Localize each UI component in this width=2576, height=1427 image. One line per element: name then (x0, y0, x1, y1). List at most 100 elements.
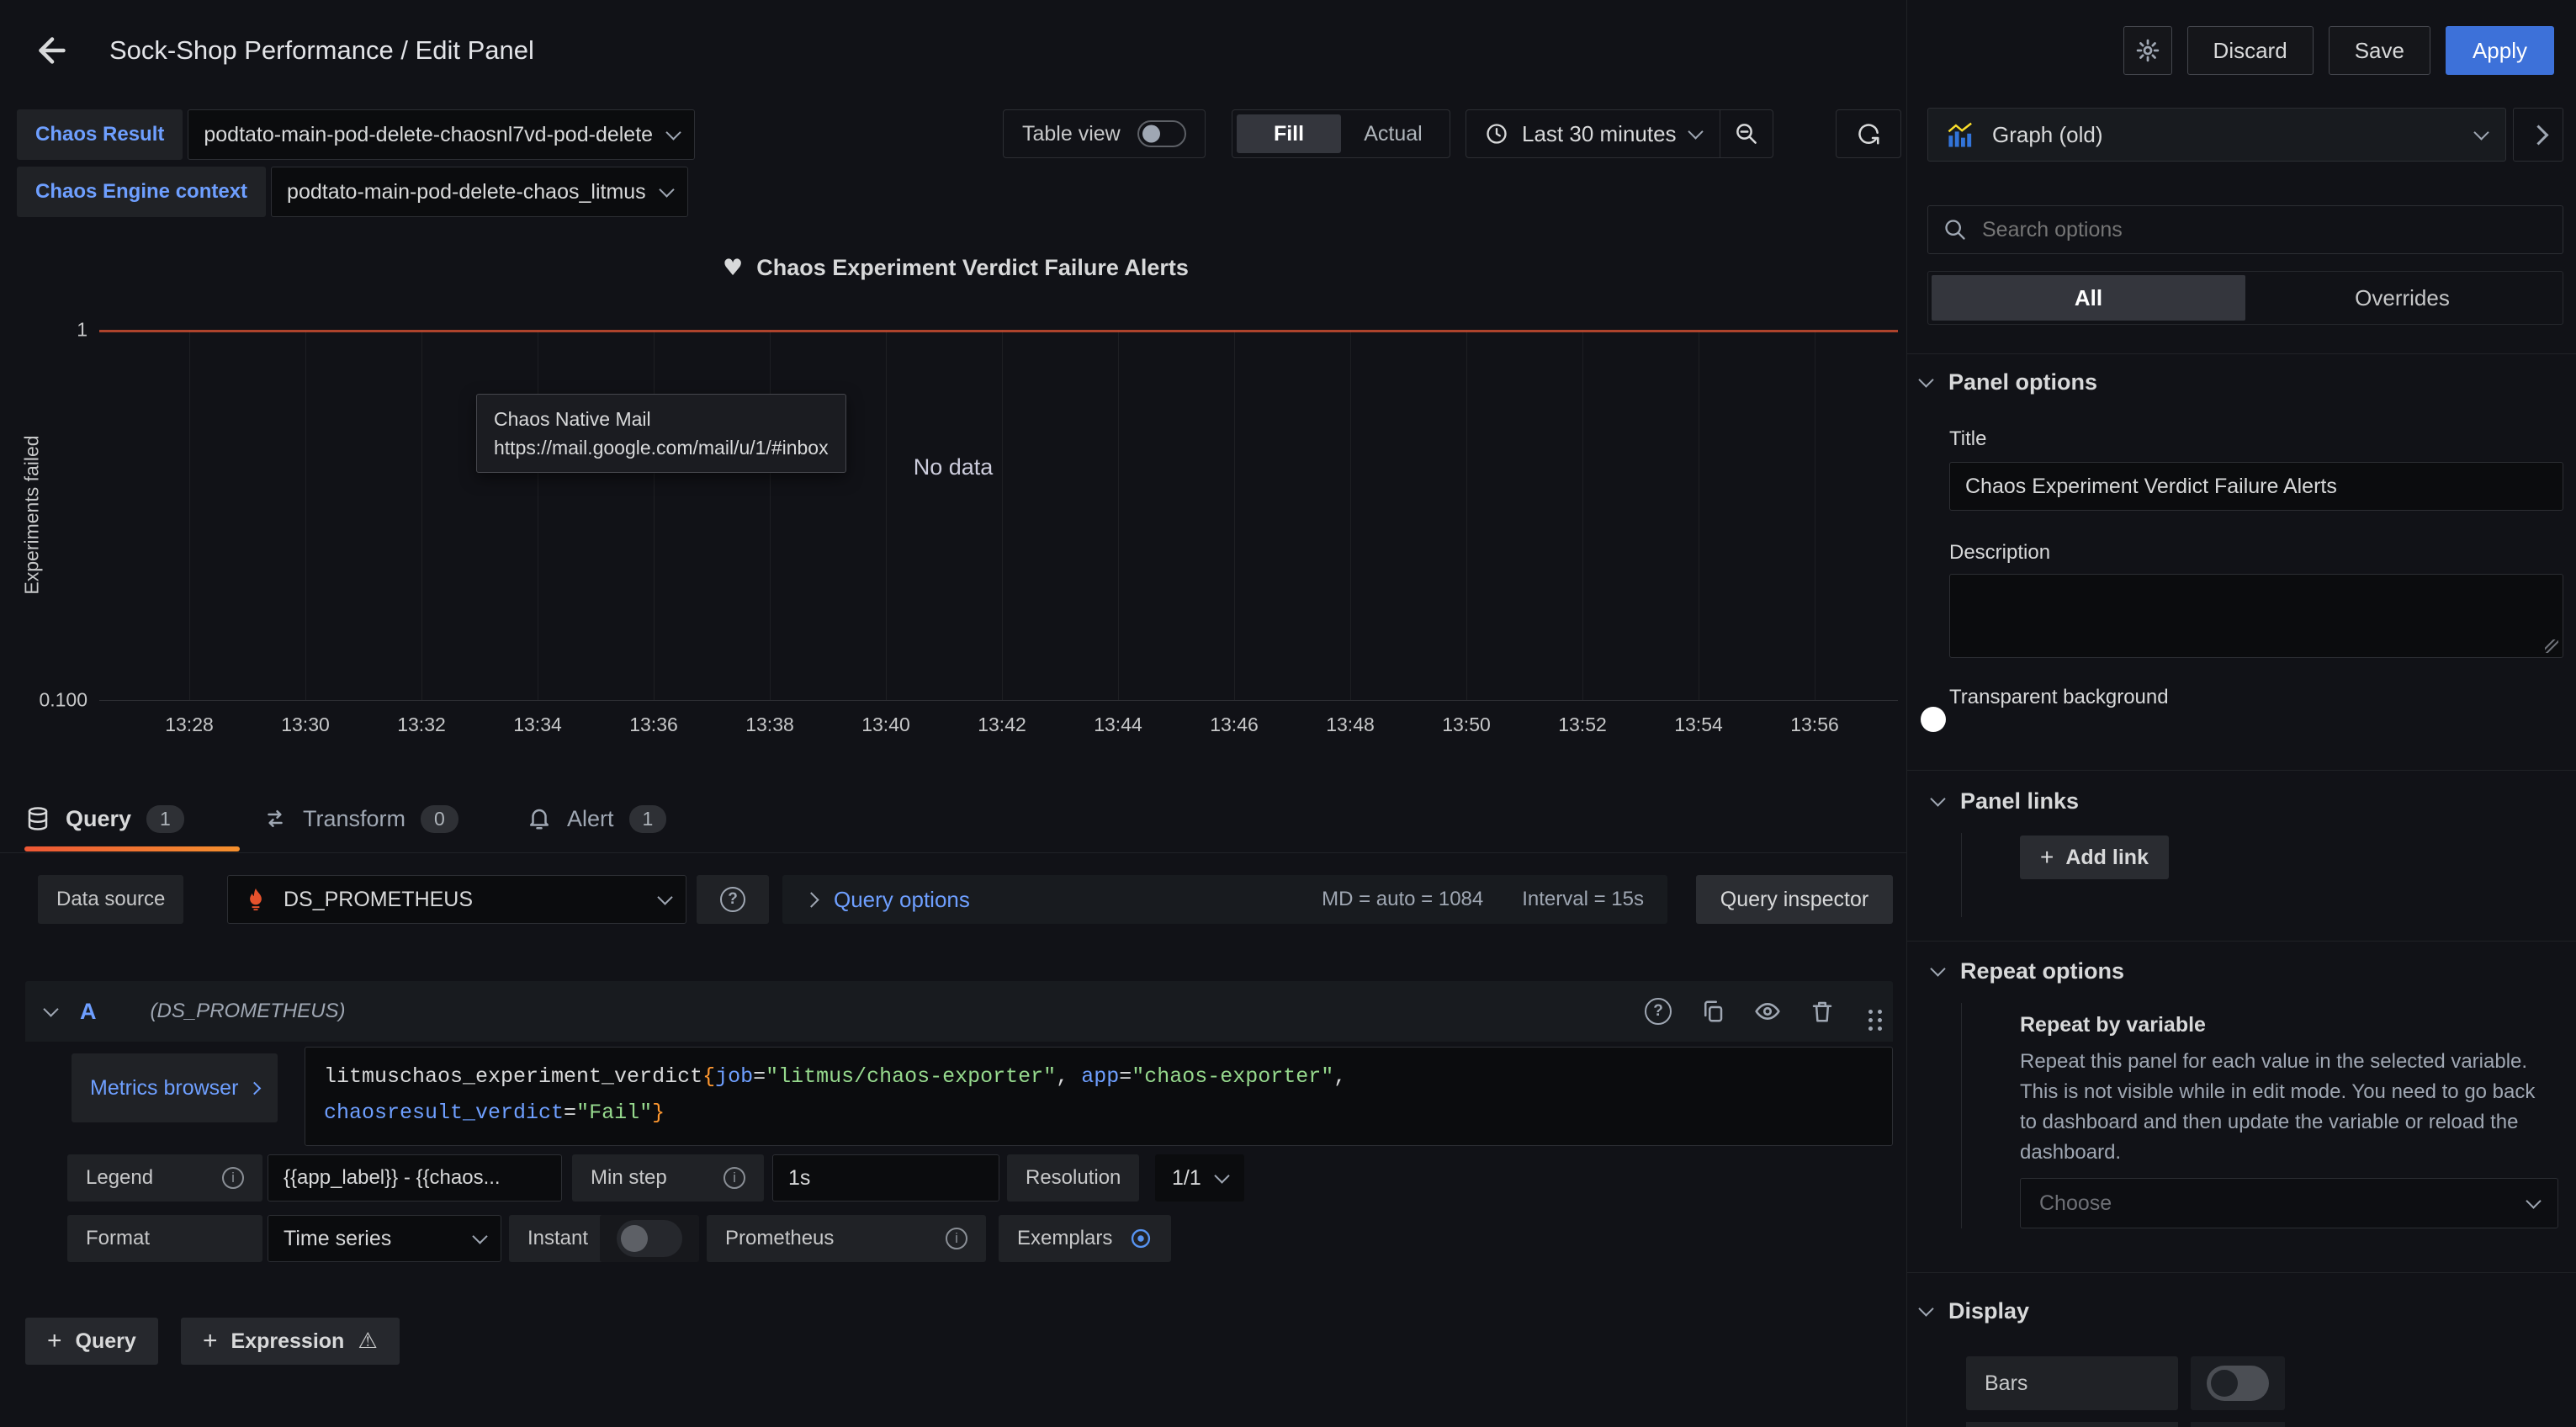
y-tick-1: 1 (0, 319, 87, 342)
tab-count-badge: 0 (421, 805, 458, 833)
resolution-dropdown[interactable]: 1/1 (1155, 1154, 1244, 1202)
y-tick-0100: 0.100 (0, 689, 87, 712)
min-step-label: Min step (591, 1166, 667, 1190)
tab-transform[interactable]: Transform 0 (262, 786, 458, 851)
title-input[interactable] (1949, 462, 2563, 511)
repeat-by-variable-label: Repeat by variable (2020, 1013, 2206, 1037)
tab-query[interactable]: Query 1 (25, 786, 184, 851)
interval-info: Interval = 15s (1522, 888, 1644, 911)
fill-option[interactable]: Fill (1237, 114, 1341, 153)
info-icon: i (946, 1228, 967, 1249)
resolution-value: 1/1 (1172, 1166, 1201, 1191)
chevron-right-icon (803, 892, 819, 907)
add-expression-label: Expression (231, 1329, 345, 1354)
x-tick-label: 13:54 (1674, 714, 1723, 736)
toggle-knob (1142, 125, 1160, 143)
chart-plot-area[interactable]: 13:2813:3013:3213:3413:3613:3813:4013:42… (99, 330, 1898, 701)
tab-overrides[interactable]: Overrides (2245, 275, 2559, 321)
panel-links-header[interactable]: Panel links (1932, 788, 2079, 814)
clock-icon (1485, 122, 1508, 146)
add-expression-button[interactable]: + Expression ⚠ (181, 1318, 400, 1365)
query-inspector-button[interactable]: Query inspector (1696, 875, 1893, 924)
max-data-points: MD = auto = 1084 (1322, 888, 1483, 911)
data-source-picker[interactable]: DS_PROMETHEUS (227, 875, 686, 924)
help-icon: ? (720, 887, 745, 912)
repeat-options-header[interactable]: Repeat options (1932, 958, 2124, 984)
alert-threshold-line (99, 330, 1898, 332)
data-source-help-button[interactable]: ? (697, 875, 769, 924)
duplicate-icon[interactable] (1700, 999, 1725, 1024)
resolution-chip: Resolution (1007, 1154, 1139, 1202)
format-value: Time series (284, 1227, 459, 1251)
variable-label: Chaos Engine context (17, 167, 266, 217)
refresh-button[interactable] (1836, 109, 1901, 158)
search-icon (1943, 218, 1967, 241)
zoom-out-button[interactable] (1720, 110, 1773, 157)
time-range-button[interactable]: Last 30 minutes (1466, 110, 1720, 157)
bars-option-chip: Bars (1966, 1356, 2178, 1410)
title-label: Title (1949, 427, 1986, 451)
legend-input[interactable]: {{app_label}} - {{chaos... (268, 1154, 562, 1202)
tab-alert[interactable]: Alert 1 (527, 786, 666, 851)
repeat-variable-select[interactable]: Choose (2020, 1178, 2558, 1228)
chevron-down-icon (659, 182, 674, 197)
gridline (1002, 330, 1003, 700)
promql-editor[interactable]: litmuschaos_experiment_verdict{job="litm… (305, 1047, 1893, 1146)
query-row-header[interactable]: A (DS_PROMETHEUS) ? (25, 981, 1893, 1042)
chevron-down-icon (1688, 124, 1703, 139)
variable-value-dropdown[interactable]: podtato-main-pod-delete-chaosnl7vd-pod-d… (188, 109, 695, 160)
plus-icon: + (203, 1327, 218, 1355)
x-tick-label: 13:38 (745, 714, 794, 736)
gridline (1466, 330, 1467, 700)
panel-options-header[interactable]: Panel options (1921, 369, 2097, 395)
panel-header[interactable]: ♥ Chaos Experiment Verdict Failure Alert… (13, 249, 1898, 286)
chevron-down-icon (2526, 1193, 2541, 1208)
format-chip: Format (67, 1215, 262, 1262)
plus-icon: + (2040, 844, 2054, 871)
search-options-box (1927, 205, 2563, 254)
bars-toggle[interactable] (2207, 1366, 2269, 1401)
metrics-browser-button[interactable]: Metrics browser (72, 1053, 278, 1122)
back-button[interactable] (25, 24, 79, 77)
exemplars-icon[interactable] (1129, 1227, 1153, 1250)
query-options-toggle[interactable]: Query options (806, 887, 970, 913)
next-option-chip-sliver (1966, 1422, 2178, 1427)
refresh-icon (1856, 121, 1881, 146)
resize-handle[interactable] (2545, 639, 2558, 653)
options-sidebar: Graph (old) All Overrides Panel options … (1906, 0, 2576, 1427)
tab-all[interactable]: All (1932, 275, 2245, 321)
divider (1907, 770, 2576, 771)
format-dropdown[interactable]: Time series (268, 1215, 501, 1262)
drag-handle-icon[interactable] (1868, 1010, 1873, 1014)
description-label: Description (1949, 541, 2050, 565)
collapse-options-button[interactable] (2513, 108, 2563, 162)
visualization-picker[interactable]: Graph (old) (1927, 108, 2506, 162)
actual-option[interactable]: Actual (1341, 114, 1445, 153)
annotation-tooltip: Chaos Native Mail https://mail.google.co… (476, 394, 846, 473)
gridline (1234, 330, 1235, 700)
repeat-description: Repeat this panel for each value in the … (2020, 1047, 2550, 1168)
toggle-knob (621, 1225, 648, 1252)
instant-toggle[interactable] (617, 1220, 682, 1257)
display-header[interactable]: Display (1921, 1297, 2029, 1324)
add-query-button[interactable]: + Query (25, 1318, 158, 1365)
table-view-control: Table view (1003, 109, 1206, 158)
add-link-button[interactable]: + Add link (2020, 836, 2169, 879)
min-step-input[interactable]: 1s (772, 1154, 999, 1202)
table-view-toggle[interactable] (1137, 120, 1186, 147)
exemplars-label: Exemplars (1017, 1227, 1112, 1250)
gridline (654, 330, 655, 700)
data-source-label: Data source (38, 875, 183, 924)
graph-viz-icon (1947, 120, 1975, 149)
gridline (886, 330, 887, 700)
search-options-input[interactable] (1980, 217, 2547, 243)
prometheus-label: Prometheus (725, 1227, 834, 1250)
description-textarea[interactable] (1949, 574, 2563, 658)
eye-icon[interactable] (1754, 998, 1781, 1025)
variable-value-dropdown[interactable]: podtato-main-pod-delete-chaos_litmus (271, 167, 688, 217)
x-tick-label: 13:32 (397, 714, 446, 736)
toggle-knob (2211, 1370, 2238, 1397)
trash-icon[interactable] (1810, 999, 1835, 1024)
tooltip-title: Chaos Native Mail (494, 405, 829, 433)
query-help-button[interactable]: ? (1645, 998, 1672, 1025)
